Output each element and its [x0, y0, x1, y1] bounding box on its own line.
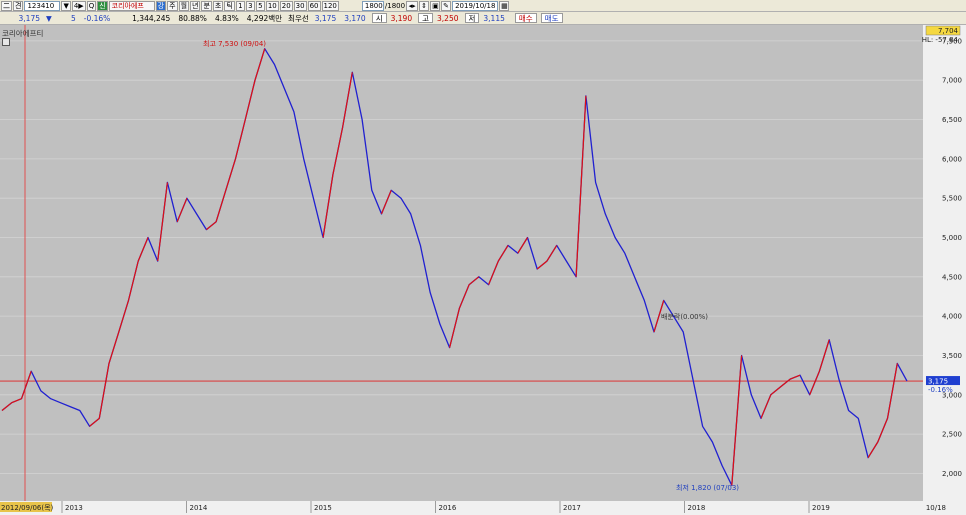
period-button-month[interactable]: 월 — [178, 0, 190, 11]
turnover-pct: 80.88% — [178, 13, 207, 23]
period-button-year[interactable]: 년 — [190, 0, 201, 11]
stock-name: 코리아에프 — [108, 0, 155, 11]
current-change-label: -0.16% — [928, 386, 953, 394]
top-box-label: 7,704 — [938, 27, 959, 35]
x-tick-label: 2014 — [190, 504, 208, 512]
code-input[interactable]: 123410 — [24, 0, 61, 11]
buy-button[interactable]: 매수 — [514, 13, 537, 23]
volume: 1,344,245 — [132, 13, 171, 23]
save-icon[interactable]: ▣ — [430, 0, 441, 11]
plot-background — [0, 25, 923, 501]
open-price: 3,190 — [390, 13, 413, 23]
x-start-label: 2012/09/06(목) — [1, 504, 54, 512]
price-chart[interactable]: 7,5007,0006,5006,0005,5005,0004,5004,000… — [0, 25, 966, 513]
x-tick-label: 2013 — [65, 504, 83, 512]
interval-1[interactable]: 1 — [235, 0, 245, 11]
x-tick-label: 2016 — [439, 504, 457, 512]
high-annotation: 최고 7,530 (09/04) — [203, 39, 266, 48]
code-dropdown-icon[interactable]: ▼ — [61, 0, 71, 11]
zoom-icon[interactable]: ⇕ — [419, 0, 430, 11]
interval-10[interactable]: 10 — [265, 0, 279, 11]
y-tick-label: 4,000 — [942, 313, 962, 321]
amount: 4,292백만 — [246, 13, 283, 23]
ref-annotation: 배분락(0.00%) — [661, 312, 708, 321]
sell-button[interactable]: 매도 — [540, 13, 563, 23]
chart-area: 7,500 7,000 6,500 6,000 5,500 5,000 4,500 4,000… — [0, 25, 966, 513]
change: 5 — [71, 13, 76, 23]
interval-5[interactable]: 5 — [255, 0, 265, 11]
legend-toggle-icon[interactable] — [2, 38, 10, 46]
y-axis-panel — [923, 25, 966, 513]
search-icon[interactable]: Q — [86, 0, 97, 11]
low-price: 3,115 — [483, 13, 505, 23]
open-label: 시 — [371, 13, 387, 23]
interval-120[interactable]: 120 — [321, 0, 339, 11]
y-tick-label: 4,500 — [942, 273, 962, 281]
current-price: 3,175 — [18, 13, 40, 23]
y-tick-label: 5,000 — [942, 234, 962, 242]
y-tick-label: 7,000 — [942, 77, 962, 85]
interval-3[interactable]: 3 — [245, 0, 255, 11]
x-tick-label: 2017 — [563, 504, 581, 512]
high-label: 고 — [418, 13, 434, 23]
calendar-icon[interactable]: ▦ — [499, 0, 510, 11]
period-button-strong[interactable]: 강 — [155, 0, 167, 11]
new-button[interactable]: 신 — [97, 0, 108, 11]
x-axis-panel — [0, 501, 923, 513]
y-tick-label: 6,500 — [942, 116, 962, 124]
top-box-sub: HL: -57.84 — [922, 36, 959, 44]
current-price-label: 3,175 — [928, 378, 948, 386]
change-pct: -0.16% — [83, 13, 111, 23]
low-annotation: 최저 1,820 (07/03) — [676, 483, 739, 492]
rate: 4.83% — [214, 13, 239, 23]
x-end-label: 10/18 — [926, 504, 946, 512]
quote-bar: 3,175 ▼ 5 -0.16% 1,344,245 80.88% 4.83% … — [0, 12, 966, 25]
interval-20[interactable]: 20 — [279, 0, 293, 11]
low-label: 저 — [464, 13, 480, 23]
nav-button[interactable]: 4▶ — [71, 0, 86, 11]
chart-option-icon[interactable]: ◂▸ — [406, 0, 419, 11]
menu-button[interactable]: 二 — [1, 0, 12, 11]
ask-price: 3,175 — [314, 13, 337, 23]
settings-icon[interactable]: ✎ — [441, 0, 452, 11]
y-tick-label: 3,500 — [942, 352, 962, 360]
count-input[interactable]: 1800 — [361, 0, 384, 11]
x-tick-label: 2015 — [314, 504, 332, 512]
y-tick-label: 2,000 — [942, 470, 962, 478]
period-button-second[interactable]: 초 — [212, 0, 224, 11]
y-tick-label: 2,500 — [942, 431, 962, 439]
count-total: /1800 — [384, 1, 406, 10]
bid-price: 3,170 — [344, 13, 366, 23]
period-button-week[interactable]: 주 — [167, 0, 178, 11]
interval-30[interactable]: 30 — [293, 0, 307, 11]
date-input[interactable]: 2019/10/18 — [452, 0, 499, 11]
y-tick-label: 6,000 — [942, 155, 962, 163]
period-button-tick[interactable]: 틱 — [224, 0, 235, 11]
x-tick-label: 2019 — [812, 504, 830, 512]
high-price: 3,250 — [437, 13, 459, 23]
down-arrow-icon: ▼ — [46, 13, 52, 23]
period-button-minute[interactable]: 분 — [201, 0, 212, 11]
y-tick-label: 5,500 — [942, 195, 962, 203]
toolbar: 二 견 123410 ▼ 4▶ Q 신 코리아에프 강 주 월 년 분 초 틱 … — [0, 0, 966, 12]
interval-60[interactable]: 60 — [307, 0, 321, 11]
pref-label: 최우선 — [288, 13, 309, 23]
view-button[interactable]: 견 — [13, 0, 24, 11]
x-tick-label: 2018 — [688, 504, 706, 512]
